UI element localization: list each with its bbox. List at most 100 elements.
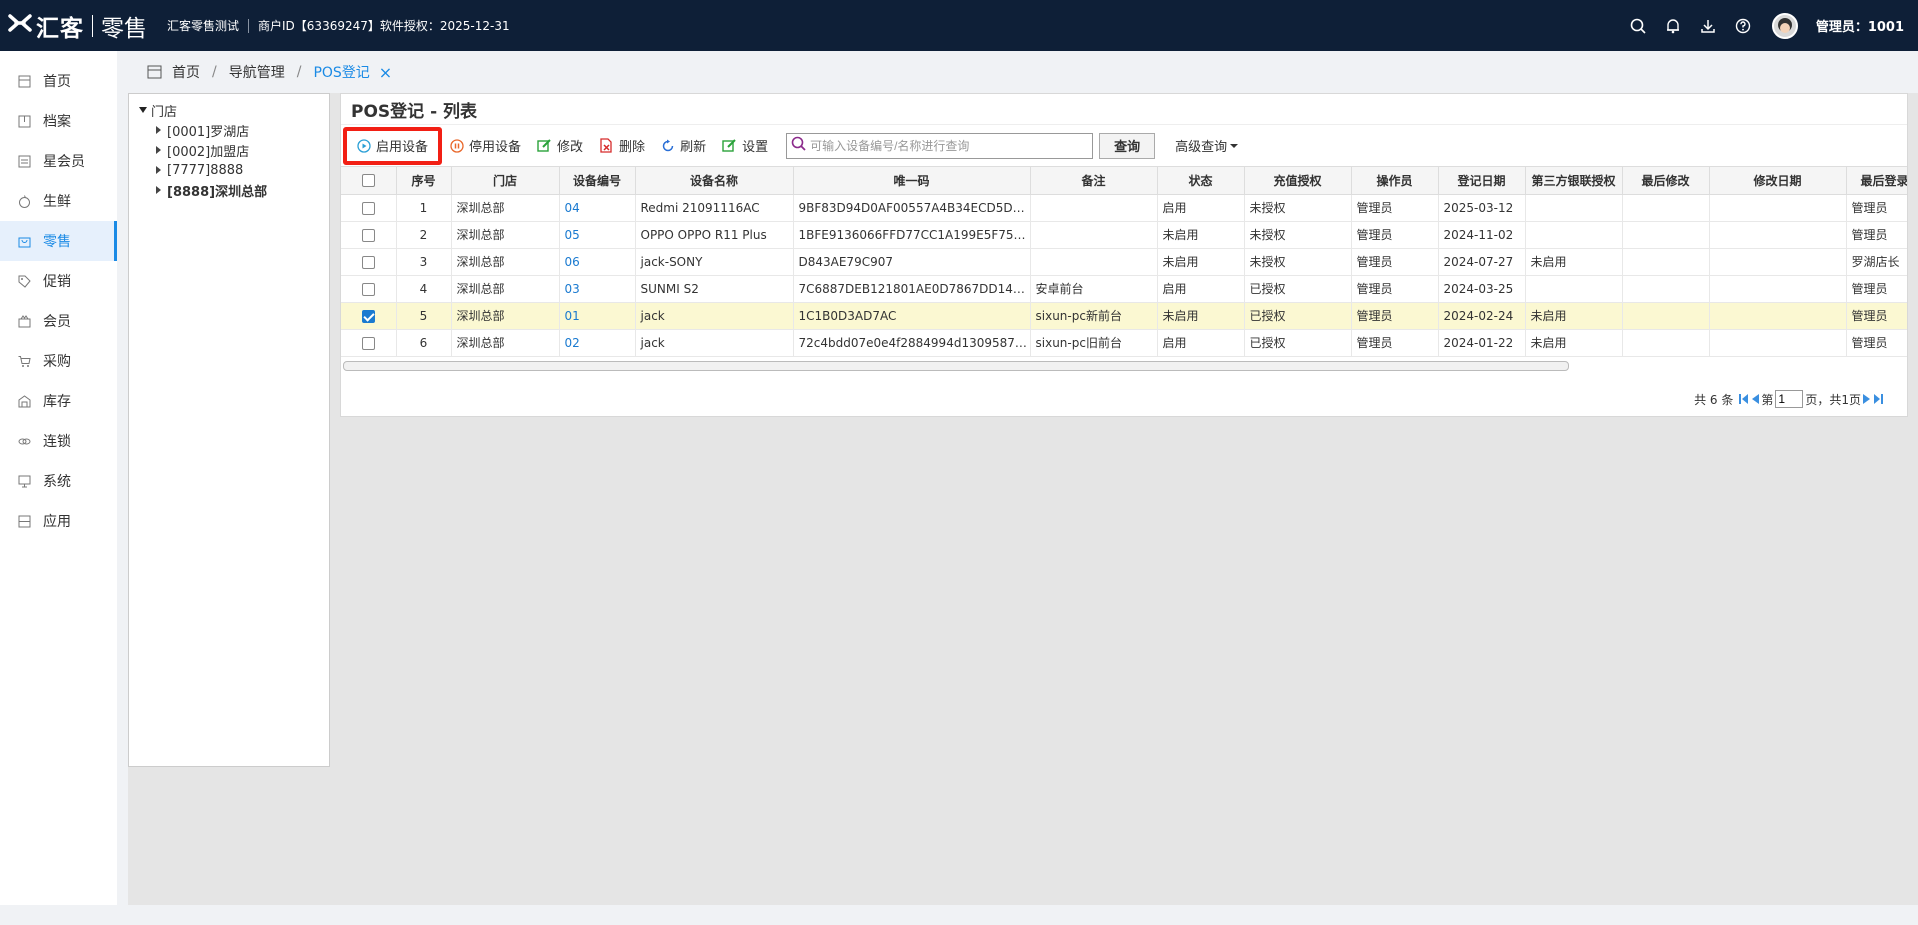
select-all[interactable] <box>341 167 397 195</box>
expand-icon[interactable] <box>156 166 161 174</box>
search-input[interactable] <box>810 138 1093 153</box>
avatar[interactable] <box>1771 12 1798 39</box>
table-cell: jack <box>635 329 794 357</box>
row-select-cell[interactable] <box>341 275 397 303</box>
sidebar-item-home[interactable]: 首页 <box>0 61 117 101</box>
top-right-tools: 管理员：1001 <box>1612 0 1904 51</box>
row-select-cell[interactable] <box>341 221 397 249</box>
table-cell[interactable]: 02 <box>559 329 636 357</box>
table-cell[interactable]: 05 <box>559 221 636 249</box>
column-header[interactable]: 第三方银联授权 <box>1525 167 1623 195</box>
breadcrumb-home[interactable]: 首页 <box>172 62 200 82</box>
column-header[interactable]: 充值授权 <box>1244 167 1352 195</box>
edit-button[interactable]: 修改 <box>529 131 591 161</box>
delete-button[interactable]: 删除 <box>591 131 653 161</box>
column-header[interactable]: 状态 <box>1157 167 1245 195</box>
first-page-icon[interactable] <box>1739 394 1749 404</box>
column-header[interactable]: 最后登录 <box>1846 167 1907 195</box>
table-cell: 管理员 <box>1351 221 1439 249</box>
tree-node[interactable]: [0001]罗湖店 <box>129 120 329 140</box>
column-header[interactable]: 设备名称 <box>635 167 794 195</box>
tree-node-selected[interactable]: [8888]深圳总部 <box>129 180 329 200</box>
horizontal-scrollbar[interactable] <box>343 360 1569 371</box>
home-icon[interactable] <box>147 65 162 79</box>
sidebar-item-apps[interactable]: 应用 <box>0 501 117 541</box>
help-icon[interactable] <box>1734 17 1752 35</box>
column-header[interactable]: 门店 <box>451 167 560 195</box>
table-cell[interactable]: 01 <box>559 302 636 330</box>
row-select-cell[interactable] <box>341 329 397 357</box>
advanced-query-dropdown[interactable]: 高级查询 <box>1175 136 1239 155</box>
table-row[interactable]: 1 深圳总部 04 Redmi 21091116AC 9BF83D94D0AF00557… <box>341 194 1907 222</box>
row-checkbox[interactable] <box>361 201 375 215</box>
column-header[interactable]: 备注 <box>1030 167 1158 195</box>
sidebar-item-retail[interactable]: 零售 <box>0 221 117 261</box>
column-header[interactable]: 登记日期 <box>1438 167 1526 195</box>
close-tab-icon[interactable]: × <box>379 63 392 82</box>
sidebar-item-promotion[interactable]: 促销 <box>0 261 117 301</box>
user-name[interactable]: 管理员：1001 <box>1816 16 1904 35</box>
breadcrumb-nav[interactable]: 导航管理 <box>229 62 285 82</box>
table-row[interactable]: 4 深圳总部 03 SUNMI S2 7C6887DEB121801AE0D7867DD… <box>341 275 1907 303</box>
sidebar-item-archive[interactable]: 档案 <box>0 101 117 141</box>
settings-button[interactable]: 设置 <box>714 131 776 161</box>
refresh-icon <box>661 139 675 153</box>
row-select-cell[interactable] <box>341 194 397 222</box>
query-button[interactable]: 查询 <box>1099 132 1156 159</box>
expand-icon[interactable] <box>156 126 161 134</box>
sidebar-item-star-member[interactable]: 星会员 <box>0 141 117 181</box>
breadcrumb-current[interactable]: POS登记 <box>313 62 369 82</box>
table-cell: D843AE79C907 <box>793 248 1031 276</box>
enable-device-button[interactable]: 启用设备 <box>343 126 443 165</box>
expand-icon[interactable] <box>156 186 161 194</box>
row-checkbox[interactable] <box>361 309 375 323</box>
expand-icon[interactable] <box>156 146 161 154</box>
table-row[interactable]: 3 深圳总部 06 jack-SONY D843AE79C907 未启用 未授权 管理员 202… <box>341 248 1907 276</box>
column-header[interactable]: 修改日期 <box>1709 167 1847 195</box>
column-header[interactable]: 设备编号 <box>559 167 636 195</box>
last-page-icon[interactable] <box>1874 394 1883 404</box>
next-page-icon[interactable] <box>1863 394 1870 404</box>
delete-icon <box>599 138 614 153</box>
tree-root[interactable]: 门店 <box>129 100 329 120</box>
tree-node[interactable]: [0002]加盟店 <box>129 140 329 160</box>
refresh-button[interactable]: 刷新 <box>653 131 714 161</box>
row-checkbox[interactable] <box>361 282 375 296</box>
table-row[interactable]: 2 深圳总部 05 OPPO OPPO R11 Plus 1BFE9136066FFD7… <box>341 221 1907 249</box>
row-checkbox[interactable] <box>361 255 375 269</box>
sidebar-item-fresh[interactable]: 生鲜 <box>0 181 117 221</box>
table-cell: 未启用 <box>1157 248 1245 276</box>
tree-node[interactable]: [7777]8888 <box>129 160 329 180</box>
column-header[interactable]: 序号 <box>396 167 452 195</box>
disable-device-button[interactable]: 停用设备 <box>442 131 529 161</box>
bell-icon[interactable] <box>1664 17 1682 35</box>
sidebar-item-system[interactable]: 系统 <box>0 461 117 501</box>
row-checkbox[interactable] <box>361 336 375 350</box>
column-header[interactable]: 唯一码 <box>793 167 1031 195</box>
search-icon[interactable] <box>1629 17 1647 35</box>
sidebar-item-chain[interactable]: 连锁 <box>0 421 117 461</box>
sidebar-item-purchase[interactable]: 采购 <box>0 341 117 381</box>
row-checkbox[interactable] <box>361 228 375 242</box>
table-cell[interactable]: 04 <box>559 194 636 222</box>
row-select-cell[interactable] <box>341 248 397 276</box>
page-input[interactable] <box>1775 390 1804 408</box>
table-cell: 管理员 <box>1846 329 1907 357</box>
row-select-cell[interactable] <box>341 302 397 330</box>
column-header[interactable]: 最后修改 <box>1622 167 1710 195</box>
table-cell[interactable]: 06 <box>559 248 636 276</box>
download-icon[interactable] <box>1699 17 1717 35</box>
merchant-info: 商户ID【63369247】软件授权：2025-12-31 <box>258 19 510 33</box>
collapse-icon[interactable] <box>139 107 147 113</box>
table-cell: 启用 <box>1157 275 1245 303</box>
table-row[interactable]: 5 深圳总部 01 jack 1C1B0D3AD7AC sixun-pc新前台 未启用 已授权… <box>341 302 1907 330</box>
list-title: POS登记 - 列表 <box>341 94 1907 125</box>
sidebar-item-inventory[interactable]: 库存 <box>0 381 117 421</box>
table-cell[interactable]: 03 <box>559 275 636 303</box>
prev-page-icon[interactable] <box>1752 394 1760 404</box>
table-row[interactable]: 6 深圳总部 02 jack 72c4bdd07e0e4f2884994d1309587… <box>341 329 1907 357</box>
table-cell: 未启用 <box>1525 302 1623 330</box>
column-header[interactable]: 操作员 <box>1351 167 1439 195</box>
select-all-checkbox[interactable] <box>361 174 375 188</box>
sidebar-item-member[interactable]: 会员 <box>0 301 117 341</box>
